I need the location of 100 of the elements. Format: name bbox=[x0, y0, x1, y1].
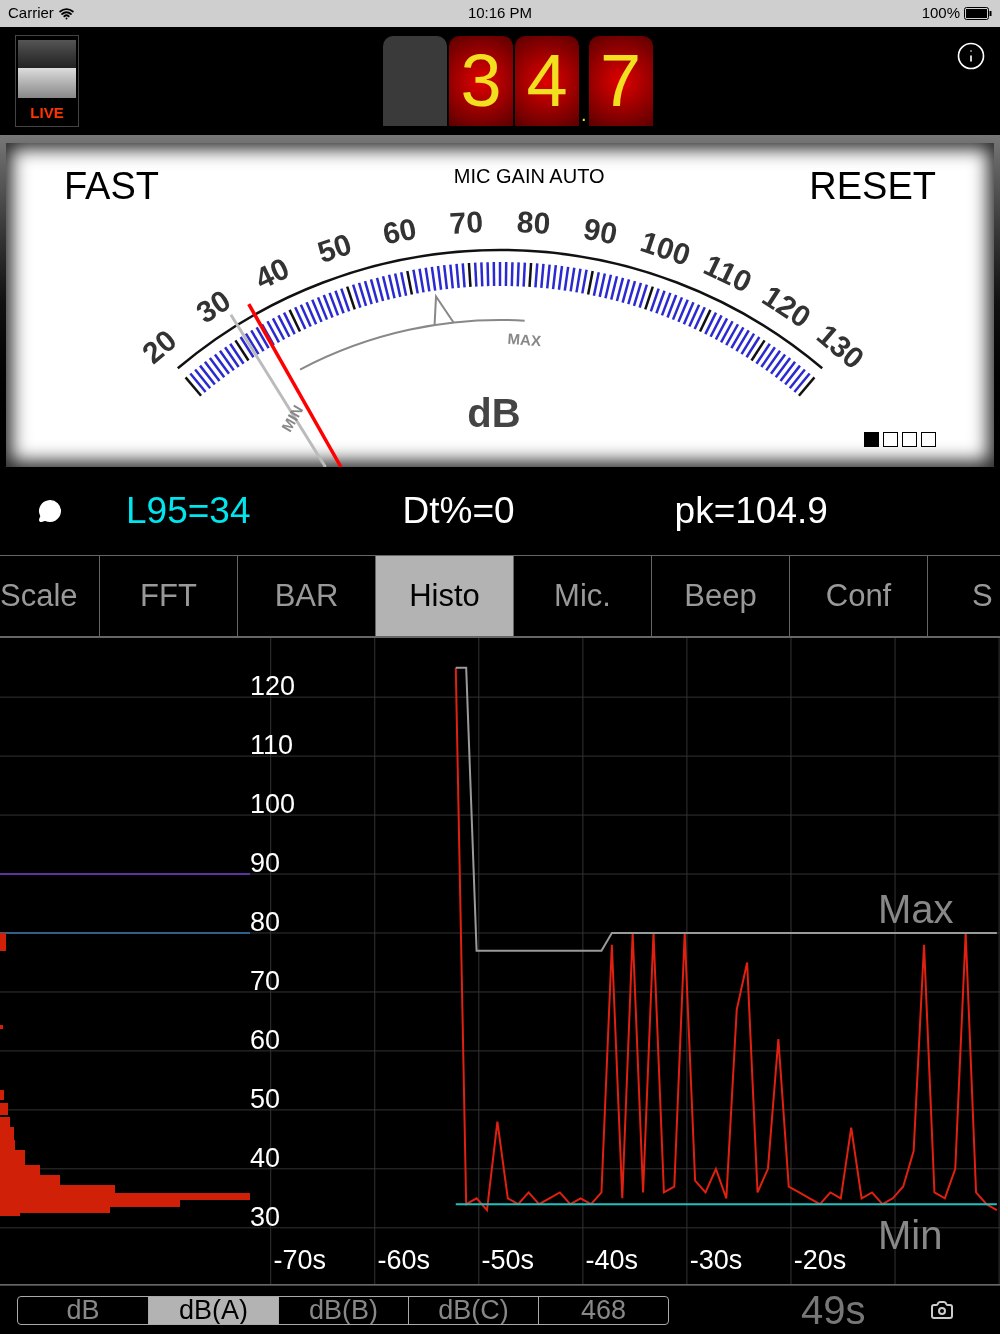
scale-tick bbox=[770, 353, 787, 375]
scale-tick bbox=[316, 296, 329, 321]
scale-tick bbox=[381, 276, 390, 300]
max-label: MAX bbox=[507, 329, 542, 350]
scale-tick bbox=[346, 286, 356, 310]
scale-tick bbox=[730, 326, 745, 349]
scale-tick bbox=[660, 292, 672, 316]
scale-tick bbox=[229, 343, 245, 365]
scale-tick bbox=[322, 294, 334, 318]
page-indicator[interactable] bbox=[902, 432, 917, 447]
y-axis-label: 110 bbox=[250, 730, 294, 761]
scale-tick bbox=[213, 353, 230, 375]
scale-tick bbox=[266, 320, 281, 343]
scale-tick bbox=[627, 280, 637, 305]
scale-tick bbox=[311, 299, 323, 323]
mic-gain-label: MIC GAIN AUTO bbox=[453, 164, 605, 189]
scale-tick bbox=[688, 304, 701, 328]
scale-tick bbox=[357, 282, 368, 307]
scale-tick bbox=[704, 312, 718, 335]
reading-value: Dt%=0 bbox=[402, 489, 515, 534]
scale-tick bbox=[224, 346, 240, 368]
scale-tick bbox=[492, 262, 496, 287]
info-icon[interactable] bbox=[956, 41, 986, 71]
scale-tick bbox=[682, 301, 695, 325]
scale-tick bbox=[598, 273, 607, 298]
scale-tick bbox=[393, 273, 402, 298]
tab[interactable]: Histo bbox=[376, 556, 514, 636]
decimal-point: . bbox=[581, 104, 587, 124]
scale-label: 30 bbox=[190, 283, 237, 330]
scale-tick bbox=[719, 320, 734, 343]
reading-value: L95=34 bbox=[126, 489, 251, 534]
y-axis-label: 40 bbox=[250, 1142, 281, 1173]
reset-button[interactable]: RESET bbox=[809, 167, 936, 205]
clock-label: 10:16 PM bbox=[467, 3, 533, 24]
reading-value: pk=104.9 bbox=[674, 489, 828, 534]
scale-tick bbox=[375, 277, 385, 302]
live-toggle[interactable]: LIVE bbox=[15, 35, 79, 127]
fast-button[interactable]: FAST bbox=[64, 167, 160, 205]
scale-tick bbox=[725, 323, 740, 346]
scale-tick bbox=[740, 333, 756, 355]
scale-tick bbox=[788, 368, 806, 389]
x-axis-label: -40s bbox=[585, 1245, 639, 1276]
scale-tick bbox=[184, 376, 203, 397]
scale-tick bbox=[387, 274, 396, 299]
unit-segment[interactable]: 468 bbox=[538, 1296, 668, 1324]
chat-bubble-icon[interactable] bbox=[38, 499, 62, 523]
unit-segment[interactable]: dB(A) bbox=[148, 1296, 278, 1324]
scale-tick bbox=[305, 301, 318, 325]
y-axis-label: 50 bbox=[250, 1084, 281, 1114]
unit-segment[interactable]: dB(C) bbox=[408, 1296, 538, 1324]
scale-tick bbox=[294, 306, 307, 330]
battery-icon bbox=[964, 7, 992, 20]
scale-tick bbox=[288, 309, 302, 333]
unit-segment[interactable]: dB bbox=[18, 1296, 148, 1324]
scale-tick bbox=[797, 376, 816, 397]
scale-tick bbox=[480, 262, 484, 287]
scale-tick bbox=[239, 336, 255, 358]
tab[interactable]: Scale bbox=[0, 556, 100, 636]
scale-tick bbox=[351, 284, 362, 308]
scale-tick bbox=[779, 361, 797, 382]
scale-tick bbox=[793, 372, 811, 393]
scale-tick bbox=[745, 336, 761, 358]
scale-tick bbox=[693, 306, 706, 330]
x-axis-label: -60s bbox=[377, 1245, 430, 1276]
scale-tick bbox=[504, 262, 508, 287]
scale-tick bbox=[714, 317, 729, 341]
camera-icon[interactable] bbox=[929, 1298, 954, 1322]
scale-tick bbox=[644, 286, 654, 310]
scale-tick bbox=[765, 350, 782, 372]
unit-label: dB bbox=[467, 391, 521, 435]
scale-tick bbox=[632, 282, 643, 307]
scale-tick bbox=[638, 284, 649, 308]
y-axis-label: 90 bbox=[250, 848, 281, 879]
scale-tick bbox=[610, 276, 619, 300]
unit-segment[interactable]: dB(B) bbox=[278, 1296, 408, 1324]
page-indicator[interactable] bbox=[921, 432, 936, 447]
scale-label: 100 bbox=[636, 224, 695, 272]
scale-tick bbox=[666, 294, 678, 318]
scale-label: 20 bbox=[135, 323, 183, 370]
scale-tick bbox=[271, 317, 286, 341]
scale-tick bbox=[189, 372, 207, 393]
series-label: Max bbox=[878, 887, 954, 931]
page-indicator[interactable] bbox=[883, 432, 898, 447]
scale-tick bbox=[750, 339, 766, 362]
scale-tick bbox=[698, 309, 712, 333]
scale-tick bbox=[774, 357, 792, 379]
scale-tick bbox=[244, 333, 260, 355]
scale-tick bbox=[282, 312, 296, 335]
scale-tick bbox=[363, 280, 373, 305]
scale-tick bbox=[250, 329, 265, 352]
scale-tick bbox=[340, 288, 351, 312]
scale-tick bbox=[369, 279, 379, 303]
scale-tick bbox=[486, 262, 490, 287]
scale-tick bbox=[615, 277, 625, 302]
scale-tick bbox=[604, 274, 613, 299]
digit-tile: 4 bbox=[515, 36, 579, 126]
scale-tick bbox=[328, 292, 340, 316]
y-axis-label: 30 bbox=[250, 1201, 281, 1232]
scale-label: 40 bbox=[249, 251, 295, 296]
scale-tick bbox=[784, 364, 801, 386]
